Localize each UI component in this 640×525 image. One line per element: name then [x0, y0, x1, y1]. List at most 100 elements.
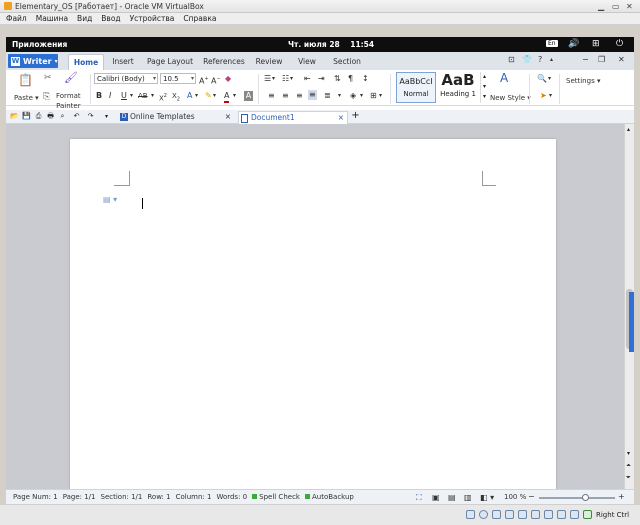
status-page[interactable]: Page: 1/1	[63, 493, 96, 501]
shading-icon[interactable]: ◈	[350, 91, 356, 101]
bullets-icon[interactable]: ☰	[264, 74, 271, 84]
select-icon[interactable]: ➤	[540, 91, 547, 101]
chevron-down-icon[interactable]: ▾	[195, 91, 198, 101]
char-shading-icon[interactable]: A	[244, 91, 253, 101]
page-view-icon[interactable]: ▣	[432, 493, 440, 502]
shared-folders-icon[interactable]	[531, 510, 540, 519]
cut-icon[interactable]: ✂	[44, 73, 52, 83]
paragraph-handle-icon[interactable]: ▤ ▾	[103, 195, 117, 204]
doc-minimize-icon[interactable]: −	[582, 55, 589, 65]
doc-restore-icon[interactable]: ❐	[598, 55, 605, 65]
save-icon[interactable]: 💾	[22, 112, 31, 121]
distributed-icon[interactable]: ≣	[324, 91, 331, 101]
grow-font-icon[interactable]: A+	[199, 74, 209, 87]
font-name-field[interactable]: Calibri (Body) ▾	[94, 73, 158, 84]
format-painter-button[interactable]: Format Painter	[56, 91, 81, 111]
shirt-icon[interactable]: 👕	[522, 55, 532, 65]
strikethrough-icon[interactable]: AB	[138, 91, 148, 101]
status-words[interactable]: Words: 0	[216, 493, 247, 501]
power-icon[interactable]: ⏻	[616, 39, 623, 49]
tab-section[interactable]: Section	[328, 54, 366, 70]
chevron-down-icon[interactable]: ▾	[338, 91, 341, 101]
new-style-icon[interactable]: A	[500, 72, 508, 84]
applications-menu[interactable]: Приложения	[12, 40, 67, 49]
tab-references[interactable]: References	[200, 54, 248, 70]
next-page-icon[interactable]: ⏷	[626, 474, 631, 482]
doc-close-icon[interactable]: ✕	[618, 55, 625, 65]
chevron-down-icon[interactable]: ▾	[379, 91, 382, 101]
volume-icon[interactable]: 🔊	[568, 39, 579, 49]
font-size-field[interactable]: 10.5 ▾	[160, 73, 196, 84]
subscript-icon[interactable]: X2	[172, 91, 180, 104]
outline-view-icon[interactable]: ▤	[448, 493, 456, 502]
zoom-in-icon[interactable]: +	[618, 492, 625, 501]
highlight-icon[interactable]: ✎	[205, 91, 212, 101]
align-left-icon[interactable]: ≡	[268, 91, 275, 101]
tab-online-templates[interactable]: D Online Templates ×	[118, 111, 234, 124]
export-pdf-icon[interactable]: ⎙	[34, 112, 43, 121]
print-preview-icon[interactable]: ⌕	[58, 112, 67, 121]
new-style-button[interactable]: New Style ▾	[490, 93, 531, 103]
audio-icon[interactable]	[492, 510, 501, 519]
menu-devices[interactable]: Устройства	[130, 14, 175, 23]
paste-icon[interactable]: 📋	[18, 74, 33, 86]
style-heading-1[interactable]: AaB Heading 1	[438, 72, 478, 103]
increase-indent-icon[interactable]: ⇥	[318, 74, 325, 84]
chevron-down-icon[interactable]: ▾	[151, 91, 154, 101]
tab-document1[interactable]: Document1 ×	[238, 111, 348, 124]
display-icon[interactable]	[544, 510, 553, 519]
superscript-icon[interactable]: X2	[159, 91, 167, 103]
align-right-icon[interactable]: ≡	[296, 91, 303, 101]
chevron-down-icon[interactable]: ▾	[290, 74, 293, 84]
chevron-down-icon[interactable]: ▾	[102, 112, 111, 121]
status-section[interactable]: Section: 1/1	[101, 493, 143, 501]
chevron-down-icon[interactable]: ▾	[233, 91, 236, 101]
decrease-indent-icon[interactable]: ⇤	[304, 74, 311, 84]
new-tab-icon[interactable]: +	[351, 111, 360, 121]
clear-format-icon[interactable]: ◆	[225, 74, 231, 84]
numbering-icon[interactable]: ☷	[282, 74, 289, 84]
align-center-icon[interactable]: ≡	[282, 91, 289, 101]
settings-button[interactable]: Settings ▾	[566, 76, 600, 86]
writer-app-button[interactable]: W Writer ▾	[8, 54, 58, 68]
network-icon[interactable]: ⊞	[592, 39, 600, 49]
tab-review[interactable]: Review	[252, 54, 286, 70]
format-painter-icon[interactable]: 🖌	[64, 72, 78, 83]
recording-icon[interactable]	[557, 510, 566, 519]
spell-check-toggle[interactable]: Spell Check	[252, 493, 300, 501]
help-icon[interactable]: ?	[538, 55, 542, 65]
tab-home[interactable]: Home	[68, 54, 104, 70]
web-view-icon[interactable]: ▥	[464, 493, 472, 502]
zoom-slider-knob[interactable]	[582, 494, 590, 501]
status-page-num[interactable]: Page Num: 1	[13, 493, 58, 501]
chevron-down-icon[interactable]: ▾	[272, 74, 275, 84]
find-replace-icon[interactable]: 🔍	[537, 74, 547, 84]
chevron-down-icon[interactable]: ▾	[213, 91, 216, 101]
shrink-font-icon[interactable]: A−	[211, 74, 221, 87]
chevron-up-icon[interactable]: ▴	[550, 55, 553, 65]
chevron-down-icon[interactable]: ▾	[130, 91, 133, 101]
justify-icon[interactable]: ≡	[308, 90, 317, 100]
borders-icon[interactable]: ⊞	[370, 91, 377, 101]
open-icon[interactable]: 📂	[10, 112, 19, 121]
chevron-down-icon[interactable]: ▾	[548, 74, 551, 84]
eye-protection-icon[interactable]: ◧ ▾	[480, 493, 494, 502]
scroll-up-icon[interactable]: ▴	[627, 126, 630, 133]
close-icon[interactable]: ✕	[626, 2, 633, 11]
zoom-level[interactable]: 100 %	[504, 493, 526, 501]
text-effect-icon[interactable]: A	[187, 91, 192, 101]
italic-icon[interactable]: I	[109, 91, 111, 101]
zoom-slider[interactable]	[539, 494, 615, 501]
full-screen-icon[interactable]: ⛶	[416, 493, 422, 503]
menu-machine[interactable]: Машина	[36, 14, 68, 23]
font-color-icon[interactable]: A	[224, 91, 230, 103]
menu-input[interactable]: Ввод	[101, 14, 120, 23]
undo-icon[interactable]: ↶	[72, 112, 81, 121]
cpu-icon[interactable]	[570, 510, 579, 519]
show-marks-icon[interactable]: ¶	[348, 74, 353, 84]
network-adapter-icon[interactable]	[505, 510, 514, 519]
prev-page-icon[interactable]: ⏶	[626, 462, 631, 470]
tab-close-icon[interactable]: ×	[225, 111, 231, 123]
menu-file[interactable]: Файл	[6, 14, 27, 23]
minimize-icon[interactable]: ▁	[598, 2, 604, 11]
